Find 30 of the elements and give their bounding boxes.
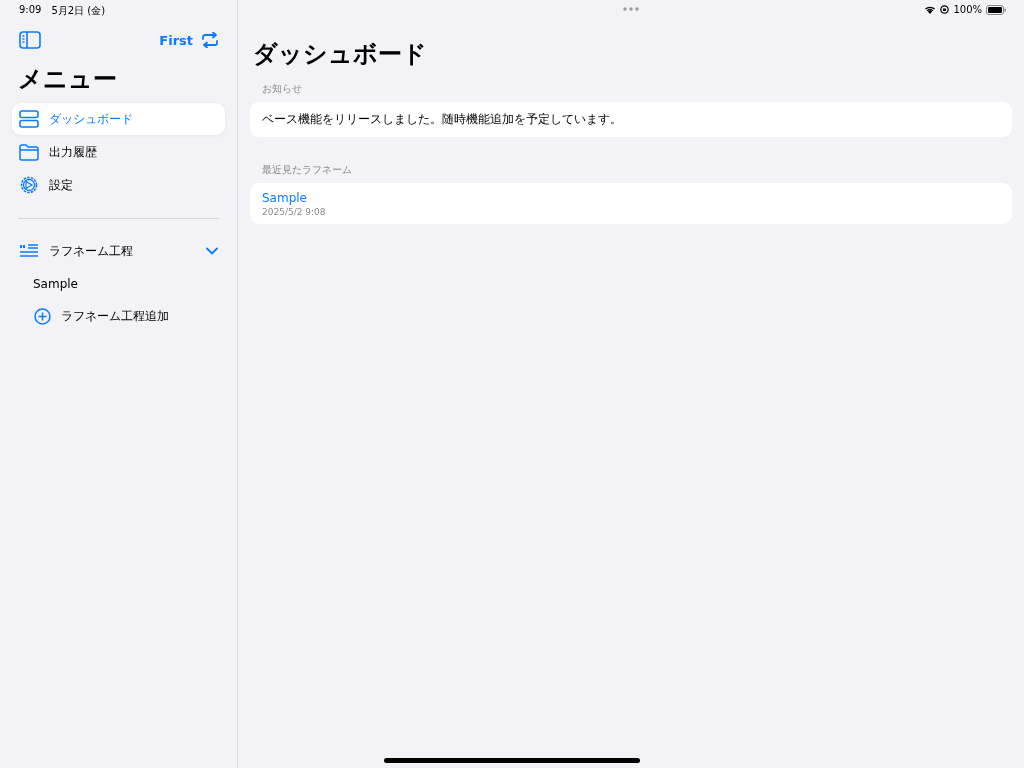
battery-percent: 100% [953, 4, 982, 15]
sidebar-item[interactable]: Sample [12, 267, 225, 300]
page-title: ダッシュボード [253, 39, 428, 70]
sidebar-item[interactable]: ダッシュボード [12, 103, 225, 135]
profile-name-button[interactable]: First [159, 32, 193, 48]
recent-title: Sample [262, 191, 307, 205]
quote-list-icon [19, 243, 39, 259]
sidebar-item[interactable]: 出力履歴 [12, 136, 225, 168]
recent-date: 2025/5/2 9:08 [262, 207, 326, 217]
sidebar-title: メニュー [18, 64, 118, 95]
swap-arrows-icon[interactable] [201, 32, 219, 48]
status-time: 9:09 [19, 4, 42, 17]
wifi-icon [924, 5, 937, 14]
sidebar-toggle-icon[interactable] [19, 31, 41, 49]
more-dots-icon[interactable] [623, 7, 639, 11]
status-date: 5月2日 (金) [51, 4, 106, 18]
notice-text: ベース機能をリリースしました。随時機能追加を予定しています。 [262, 112, 622, 126]
plus-circle-icon [34, 308, 51, 325]
section-heading: 最近見たラフネーム [262, 163, 353, 177]
section-heading: お知らせ [262, 82, 303, 96]
orientation-lock-icon [940, 5, 950, 14]
battery-icon [986, 4, 1006, 15]
section-header[interactable]: ラフネーム工程 [12, 235, 225, 267]
add-item-button[interactable]: ラフネーム工程追加 [12, 300, 225, 333]
sidebar-item[interactable]: 設定 [12, 169, 225, 201]
settings-icon [19, 175, 39, 195]
chevron-icon[interactable] [206, 247, 218, 255]
folder-icon [19, 143, 39, 161]
rows-icon [19, 110, 39, 128]
recent-item[interactable]: Sample 2025/5/2 9:08 [250, 183, 1012, 224]
